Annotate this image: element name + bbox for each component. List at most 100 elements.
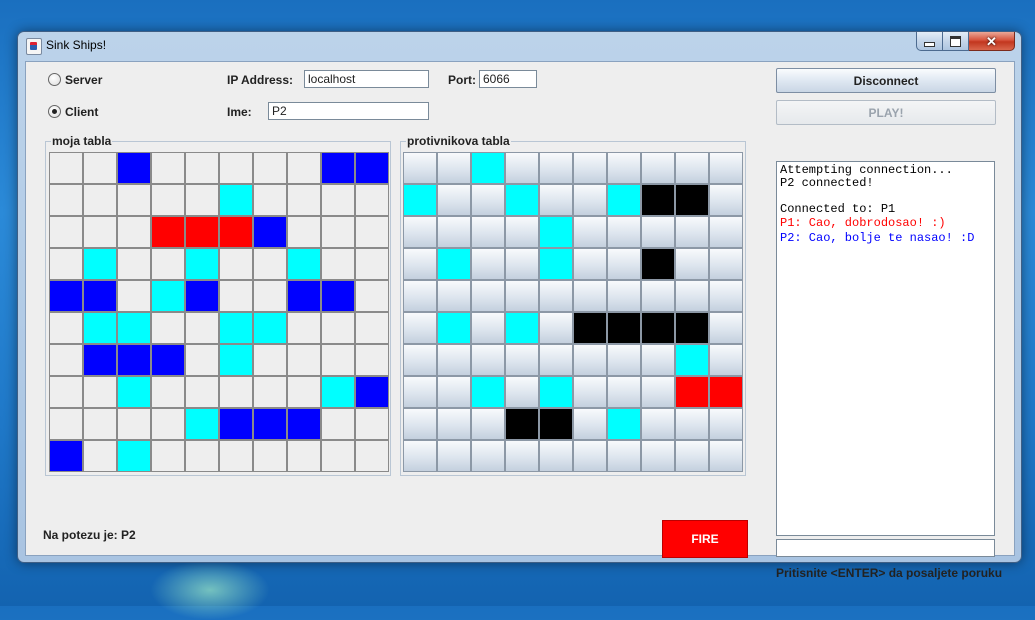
- my-board-cell[interactable]: [287, 408, 321, 440]
- my-board-cell[interactable]: [253, 440, 287, 472]
- my-board-cell[interactable]: [151, 280, 185, 312]
- enemy-board-cell[interactable]: [709, 152, 743, 184]
- enemy-board-cell[interactable]: [573, 344, 607, 376]
- enemy-board-cell[interactable]: [607, 280, 641, 312]
- enemy-board-cell[interactable]: [539, 184, 573, 216]
- my-board-cell[interactable]: [151, 344, 185, 376]
- enemy-board-cell[interactable]: [709, 248, 743, 280]
- enemy-board-cell[interactable]: [471, 152, 505, 184]
- enemy-board-cell[interactable]: [437, 408, 471, 440]
- my-board-cell[interactable]: [219, 248, 253, 280]
- my-board-cell[interactable]: [83, 152, 117, 184]
- my-board-cell[interactable]: [253, 248, 287, 280]
- enemy-board-cell[interactable]: [607, 344, 641, 376]
- enemy-board-cell[interactable]: [437, 344, 471, 376]
- my-board-cell[interactable]: [49, 280, 83, 312]
- my-board-cell[interactable]: [355, 312, 389, 344]
- minimize-button[interactable]: [916, 32, 943, 51]
- enemy-board-cell[interactable]: [403, 216, 437, 248]
- enemy-board-cell[interactable]: [539, 152, 573, 184]
- enemy-board-cell[interactable]: [505, 152, 539, 184]
- enemy-board-cell[interactable]: [403, 248, 437, 280]
- my-board-cell[interactable]: [219, 408, 253, 440]
- my-board-cell[interactable]: [83, 344, 117, 376]
- enemy-board-cell[interactable]: [437, 216, 471, 248]
- enemy-board-cell[interactable]: [539, 440, 573, 472]
- enemy-board-cell[interactable]: [607, 216, 641, 248]
- enemy-board-cell[interactable]: [709, 184, 743, 216]
- my-board-cell[interactable]: [151, 248, 185, 280]
- my-board-cell[interactable]: [49, 312, 83, 344]
- my-board-cell[interactable]: [321, 248, 355, 280]
- close-button[interactable]: ✕: [969, 32, 1015, 51]
- my-board-cell[interactable]: [219, 312, 253, 344]
- enemy-board-cell[interactable]: [573, 312, 607, 344]
- enemy-board-cell[interactable]: [709, 376, 743, 408]
- enemy-board-cell[interactable]: [471, 248, 505, 280]
- port-input[interactable]: [479, 70, 537, 88]
- my-board-cell[interactable]: [253, 376, 287, 408]
- my-board-cell[interactable]: [117, 440, 151, 472]
- my-board-cell[interactable]: [117, 152, 151, 184]
- enemy-board-cell[interactable]: [709, 216, 743, 248]
- server-radio-label[interactable]: Server: [65, 73, 102, 87]
- my-board-cell[interactable]: [49, 184, 83, 216]
- my-board-cell[interactable]: [49, 440, 83, 472]
- enemy-board-cell[interactable]: [675, 408, 709, 440]
- my-board-cell[interactable]: [321, 408, 355, 440]
- my-board-cell[interactable]: [355, 440, 389, 472]
- enemy-board-cell[interactable]: [505, 344, 539, 376]
- enemy-board-cell[interactable]: [471, 408, 505, 440]
- enemy-board-cell[interactable]: [573, 184, 607, 216]
- my-board-cell[interactable]: [253, 312, 287, 344]
- enemy-board-cell[interactable]: [709, 344, 743, 376]
- enemy-board-cell[interactable]: [607, 152, 641, 184]
- my-board-cell[interactable]: [321, 376, 355, 408]
- enemy-board-cell[interactable]: [403, 408, 437, 440]
- enemy-board-cell[interactable]: [573, 216, 607, 248]
- enemy-board-cell[interactable]: [709, 440, 743, 472]
- enemy-board-cell[interactable]: [539, 280, 573, 312]
- enemy-board-cell[interactable]: [437, 376, 471, 408]
- enemy-board-cell[interactable]: [709, 312, 743, 344]
- enemy-board-cell[interactable]: [471, 344, 505, 376]
- my-board-cell[interactable]: [355, 408, 389, 440]
- my-board-cell[interactable]: [355, 184, 389, 216]
- play-button[interactable]: PLAY!: [776, 100, 996, 125]
- chat-input[interactable]: [776, 539, 995, 557]
- my-board-cell[interactable]: [287, 312, 321, 344]
- enemy-board-cell[interactable]: [437, 312, 471, 344]
- enemy-board-cell[interactable]: [539, 376, 573, 408]
- enemy-board-cell[interactable]: [437, 280, 471, 312]
- my-board-cell[interactable]: [185, 152, 219, 184]
- my-board-cell[interactable]: [321, 152, 355, 184]
- enemy-board-cell[interactable]: [437, 152, 471, 184]
- enemy-board-cell[interactable]: [675, 216, 709, 248]
- my-board-cell[interactable]: [219, 440, 253, 472]
- enemy-board-cell[interactable]: [675, 248, 709, 280]
- my-board-cell[interactable]: [355, 216, 389, 248]
- my-board-cell[interactable]: [287, 376, 321, 408]
- client-radio[interactable]: [48, 105, 61, 118]
- enemy-board-cell[interactable]: [641, 440, 675, 472]
- fire-button[interactable]: FIRE: [662, 520, 748, 558]
- my-board-cell[interactable]: [151, 216, 185, 248]
- enemy-board-cell[interactable]: [573, 280, 607, 312]
- enemy-board-cell[interactable]: [471, 440, 505, 472]
- my-board-cell[interactable]: [219, 376, 253, 408]
- my-board-cell[interactable]: [219, 280, 253, 312]
- disconnect-button[interactable]: Disconnect: [776, 68, 996, 93]
- enemy-board-cell[interactable]: [403, 280, 437, 312]
- enemy-board-cell[interactable]: [505, 216, 539, 248]
- enemy-board-cell[interactable]: [437, 248, 471, 280]
- enemy-board-cell[interactable]: [607, 248, 641, 280]
- chat-log[interactable]: Attempting connection... P2 connected! Con…: [776, 161, 995, 536]
- my-board-cell[interactable]: [185, 408, 219, 440]
- my-board-cell[interactable]: [185, 344, 219, 376]
- enemy-board-cell[interactable]: [607, 440, 641, 472]
- server-radio[interactable]: [48, 73, 61, 86]
- my-board-cell[interactable]: [83, 184, 117, 216]
- my-board-cell[interactable]: [83, 376, 117, 408]
- enemy-board-cell[interactable]: [675, 152, 709, 184]
- enemy-board-cell[interactable]: [403, 184, 437, 216]
